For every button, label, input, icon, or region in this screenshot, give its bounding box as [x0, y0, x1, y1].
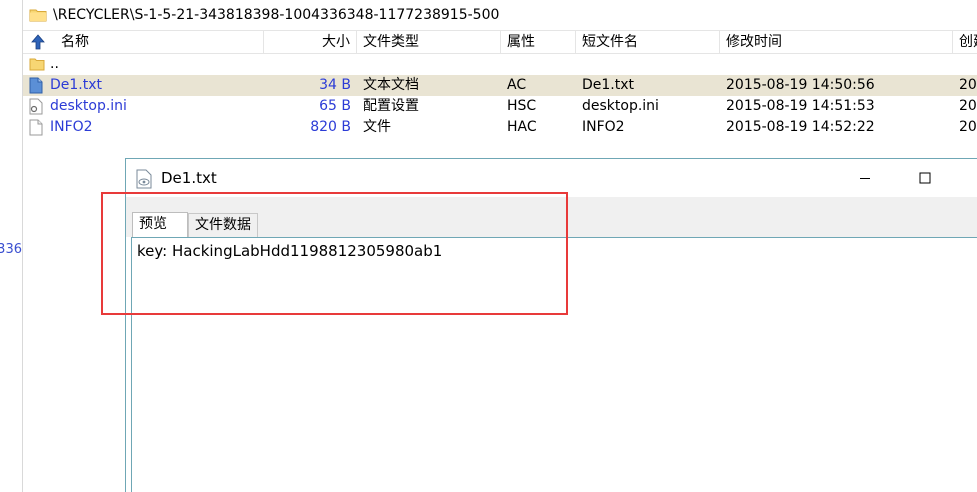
column-size[interactable]: 大小	[264, 31, 357, 53]
list-item-de1-txt[interactable]: De1.txt 34 B 文本文档 AC De1.txt 2015-08-19 …	[23, 75, 977, 96]
minimize-icon	[860, 178, 870, 179]
list-item-desktop-ini[interactable]: desktop.ini 65 B 配置设置 HSC desktop.ini 20…	[23, 96, 977, 117]
file-attributes: AC	[507, 77, 527, 93]
list-item-info2[interactable]: INFO2 820 B 文件 HAC INFO2 2015-08-19 14:5…	[23, 117, 977, 138]
file-created: 20	[959, 77, 977, 93]
file-size: 820 B	[310, 119, 351, 135]
file-modified: 2015-08-19 14:52:22	[726, 119, 875, 135]
file-attributes: HSC	[507, 98, 537, 114]
file-size: 34 B	[319, 77, 351, 93]
left-panel-clipped-text: 336	[0, 242, 22, 257]
file-short-name: desktop.ini	[582, 98, 659, 114]
file-name: desktop.ini	[50, 98, 127, 114]
file-short-name: De1.txt	[582, 77, 635, 93]
list-item-parent[interactable]: ..	[23, 54, 977, 75]
minimize-button[interactable]	[842, 159, 888, 197]
highlight-annotation-box	[101, 192, 568, 315]
column-header: 名称 大小 文件类型 属性 短文件名 修改时间 创建	[23, 31, 977, 54]
left-panel: 336	[0, 0, 23, 492]
file-name: ..	[50, 56, 59, 72]
file-attributes: HAC	[507, 119, 537, 135]
file-name: De1.txt	[50, 77, 103, 93]
file-short-name: INFO2	[582, 119, 625, 135]
column-attributes[interactable]: 属性	[501, 31, 576, 53]
file-name: INFO2	[50, 119, 93, 135]
file-type: 文件	[363, 119, 391, 135]
file-size: 65 B	[319, 98, 351, 114]
preview-document-icon	[135, 169, 153, 193]
column-short-name[interactable]: 短文件名	[576, 31, 720, 53]
file-type: 配置设置	[363, 98, 419, 114]
column-created[interactable]: 创建	[953, 31, 977, 53]
blank-file-icon	[29, 119, 43, 143]
file-type: 文本文档	[363, 77, 419, 93]
column-modified[interactable]: 修改时间	[720, 31, 953, 53]
file-created: 20	[959, 119, 977, 135]
path-text: \RECYCLER\S-1-5-21-343818398-1004336348-…	[53, 7, 500, 23]
maximize-icon	[919, 172, 931, 184]
column-type[interactable]: 文件类型	[357, 31, 501, 53]
preview-window-title: De1.txt	[161, 169, 217, 187]
folder-icon	[29, 8, 47, 22]
path-bar[interactable]: \RECYCLER\S-1-5-21-343818398-1004336348-…	[23, 0, 977, 31]
file-modified: 2015-08-19 14:51:53	[726, 98, 875, 114]
up-arrow-icon[interactable]	[31, 34, 45, 54]
column-name[interactable]: 名称	[49, 31, 264, 53]
file-browser: 336 \RECYCLER\S-1-5-21-343818398-1004336…	[0, 0, 977, 492]
file-created: 20	[959, 98, 977, 114]
file-modified: 2015-08-19 14:50:56	[726, 77, 875, 93]
maximize-button[interactable]	[902, 159, 948, 197]
